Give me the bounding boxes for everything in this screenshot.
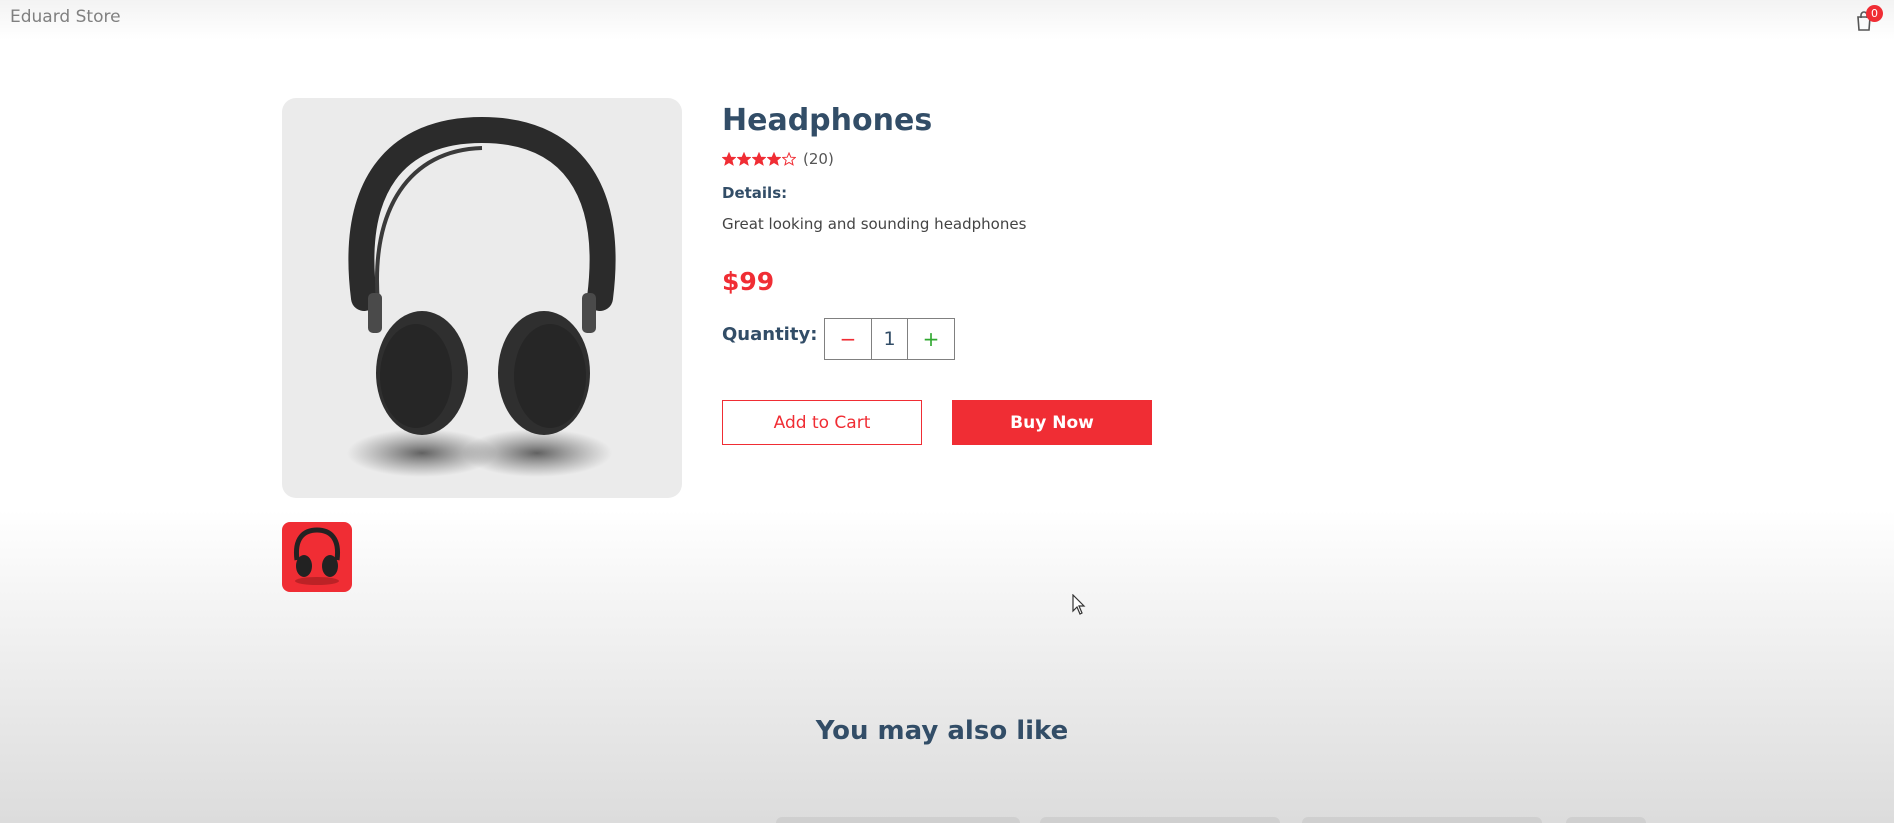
cart-count-badge: 0 (1866, 5, 1883, 22)
product-price: $99 (722, 267, 775, 296)
buy-now-button[interactable]: Buy Now (952, 400, 1152, 445)
related-product-card[interactable] (1302, 817, 1542, 823)
related-product-card[interactable] (1566, 817, 1646, 823)
details-label: Details: (722, 184, 788, 202)
decrease-quantity-button[interactable]: − (825, 319, 872, 359)
you-may-also-like-heading: You may also like (815, 716, 1069, 746)
star-filled-icon (767, 152, 781, 166)
product-title: Headphones (722, 103, 933, 138)
star-filled-icon (722, 152, 736, 166)
increase-quantity-button[interactable]: + (908, 319, 954, 359)
product-details: Great looking and sounding headphones (722, 215, 1027, 233)
navbar: Eduard Store 0 (0, 0, 1894, 40)
star-filled-icon (737, 152, 751, 166)
mouse-pointer-icon (1072, 594, 1086, 615)
quantity-label: Quantity: (722, 324, 818, 345)
product-rating: (20) (722, 150, 834, 168)
quantity-stepper: − 1 + (824, 318, 955, 360)
rating-stars (722, 152, 796, 166)
related-product-card[interactable] (1040, 817, 1280, 823)
related-product-card[interactable] (776, 817, 1020, 823)
headphones-image (347, 116, 616, 477)
product-main-image (282, 98, 682, 498)
product-thumbnail[interactable] (282, 522, 352, 592)
review-count: (20) (803, 150, 834, 168)
quantity-value: 1 (872, 319, 908, 359)
add-to-cart-button[interactable]: Add to Cart (722, 400, 922, 445)
star-outline-icon (782, 152, 796, 166)
headphones-thumbnail-icon (293, 527, 341, 585)
store-logo[interactable]: Eduard Store (10, 7, 121, 27)
star-filled-icon (752, 152, 766, 166)
